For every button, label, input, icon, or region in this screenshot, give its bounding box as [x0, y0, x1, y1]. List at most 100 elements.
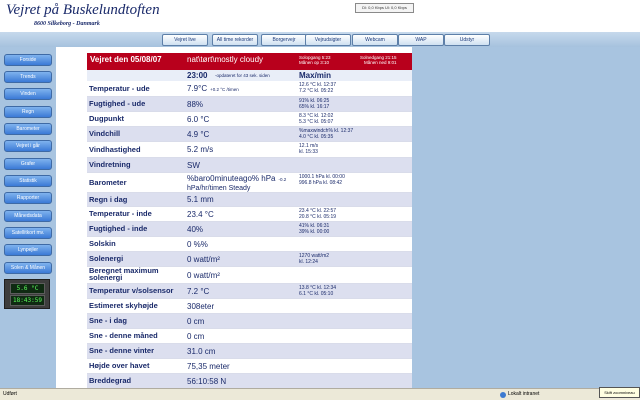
nav-vejrudsigter[interactable]: Vejrudsigter	[305, 34, 351, 46]
row-value: 5.2 m/s	[187, 145, 213, 154]
row-max-min: 1000.1 hPa kl. 00:00 996.8 hPa kl. 08:42	[299, 174, 345, 186]
moonset-text: Månen ned 9:01	[364, 60, 397, 65]
zoom-level-tooltip[interactable]: Skift zoomniveau	[599, 387, 640, 398]
table-row: Dugpunkt 6.0 °C 8.3 °C kl. 12:02 5.3 °C kl.…	[87, 112, 412, 127]
row-max-min: %maxwindch% kl. 12:37 4.0 °C kl. 05:35	[299, 128, 353, 140]
table-row: Vindhastighed 5.2 m/s 12.1 m/s kl. 15:33	[87, 142, 412, 158]
row-value: 0 cm	[187, 332, 204, 341]
row-value: 88%	[187, 100, 203, 109]
row-value-text: %baro0minuteago% hPa	[187, 174, 276, 183]
table-row: Sne - denne vinter 31.0 cm	[87, 344, 412, 359]
row-label: Estimeret skyhøjde	[89, 301, 158, 310]
sidebar-item-satellitkort[interactable]: Satellitkort mv.	[4, 227, 52, 239]
row-value: 308eter	[187, 302, 214, 311]
row-value: 7.2 °C	[187, 287, 209, 296]
row-value-text: 31.0 cm	[187, 346, 216, 356]
lcd-clock: 18:43:59	[10, 295, 45, 306]
max-min-line: 5.3 °C kl. 05:07	[299, 119, 334, 125]
row-label: Fugtighed - ude	[89, 99, 146, 108]
row-label: Fugtighed - inde	[89, 224, 148, 233]
nav-vejret-live[interactable]: Vejret live	[162, 34, 208, 46]
row-max-min: 12.1 m/s kl. 15:33	[299, 143, 318, 155]
time-row: 23:00 -opdateret for 43 sek. siden Max/m…	[87, 70, 412, 81]
security-zone: Lokalt intranet	[508, 391, 540, 397]
status-text: Udført	[3, 391, 17, 397]
sidebar-item-barometer[interactable]: Barometer	[4, 123, 52, 135]
nav-borgervejr[interactable]: Borgervejr	[261, 34, 307, 46]
sidebar-item-vejret-i-gaar[interactable]: Vejret i går	[4, 140, 52, 152]
row-label: Barometer	[89, 177, 127, 187]
row-label: Breddegrad	[89, 376, 132, 385]
row-value-text: 0 watt/m²	[187, 270, 220, 280]
row-value-text: 4.9 °C	[187, 129, 210, 139]
table-row: Solskin 0 %%	[87, 237, 412, 252]
row-max-min: 91% kl. 06:25 65% kl. 16:17	[299, 98, 329, 110]
nav-webcam[interactable]: Webcam	[352, 34, 398, 46]
row-value: 4.9 °C	[187, 130, 209, 139]
row-value-note: -0.2	[278, 177, 287, 182]
sidebar-item-regn[interactable]: Regn	[4, 106, 52, 118]
sidebar-item-vinden[interactable]: Vinden	[4, 88, 52, 100]
row-value-text: 7.2 °C	[187, 286, 210, 296]
row-value-text: 7.9°C	[187, 84, 208, 93]
row-value: 0 cm	[187, 317, 204, 326]
weather-conditions: nat\tørt\mostly cloudy	[187, 55, 264, 64]
row-value-secondary: hPa/hr/timen Steady	[187, 185, 251, 192]
nav-wap[interactable]: WAP	[398, 34, 444, 46]
sidebar-item-lynpejler[interactable]: Lynpejler	[4, 244, 52, 256]
row-value: 40%	[187, 225, 203, 234]
browser-page: Vejret på Buskelundtoften 8600 Silkeborg…	[0, 0, 640, 400]
sidebar-item-statistik[interactable]: Statistik	[4, 175, 52, 187]
nav-all-time-rekorder[interactable]: All time rekorder	[212, 34, 258, 46]
row-label: Dugpunkt	[89, 114, 124, 123]
table-row: Fugtighed - inde 40% 41% kl. 06:31 39% kl. …	[87, 222, 412, 237]
max-min-line: 7.2 °C kl. 05:22	[299, 88, 334, 94]
table-row: Barometer %baro0minuteago% hPa -0.2 hPa/hr/…	[87, 173, 412, 193]
row-value: 23.4 °C	[187, 210, 214, 219]
row-label: Højde over havet	[89, 361, 150, 370]
top-navigation: Vejret live All time rekorder Borgervejr…	[0, 32, 640, 47]
row-label: Temperatur v/solsensor	[89, 286, 174, 295]
site-header: Vejret på Buskelundtoften 8600 Silkeborg…	[0, 0, 640, 32]
sidebar-item-trends[interactable]: Trends	[4, 71, 52, 83]
table-row: Breddegrad 56:10:58 N	[87, 374, 412, 388]
row-value: 5.1 mm	[187, 195, 214, 204]
row-value: 6.0 °C	[187, 115, 209, 124]
row-value-text: SW	[187, 160, 200, 170]
row-value: 0 %%	[187, 240, 208, 249]
sunrise-info: Solopgang 5:23 Månen op 3:10	[299, 55, 331, 65]
max-min-header: Max/min	[299, 71, 332, 80]
row-value-text: 0 %%	[187, 239, 208, 249]
row-value-note: +0.2 °C /timen	[210, 87, 239, 92]
row-label: Solskin	[89, 239, 116, 248]
row-label: Temperatur - ude	[89, 83, 150, 93]
sidebar-item-solen-maanen[interactable]: Solen & Månen	[4, 262, 52, 274]
max-min-line: kl. 12:24	[299, 259, 318, 265]
row-max-min: 8.3 °C kl. 12:02 5.3 °C kl. 05:07	[299, 113, 333, 125]
table-row: Temperatur - ude 7.9°C +0.2 °C /timen 12.6 …	[87, 81, 412, 97]
sidebar-item-maanedsdata[interactable]: Månedsdata	[4, 210, 52, 222]
table-row: Højde over havet 75,35 meter	[87, 359, 412, 374]
sidebar-item-rapporter[interactable]: Rapporter	[4, 192, 52, 204]
row-label: Vindchill	[89, 129, 121, 138]
sidebar-item-forside[interactable]: Forside	[4, 54, 52, 66]
row-value-text: 5.2 m/s	[187, 145, 214, 154]
row-max-min: 12.6 °C kl. 12:37 7.2 °C kl. 05:22	[299, 82, 336, 94]
weather-table: Vejret den 05/08/07 nat\tørt\mostly clou…	[87, 53, 412, 388]
row-max-min: 41% kl. 06:31 39% kl. 00:00	[299, 223, 329, 235]
row-value: 75,35 meter	[187, 362, 230, 371]
network-status-box: Dl: 0,0 Kbps Ul: 0,0 Kbps	[355, 3, 414, 13]
max-min-line: 6.1 °C kl. 05:10	[299, 291, 334, 297]
sidebar-item-grafer[interactable]: Grafer	[4, 158, 52, 170]
right-background	[412, 47, 640, 388]
moonrise-text: Månen op 3:10	[299, 60, 330, 65]
table-row: Vindchill 4.9 °C %maxwindch% kl. 12:37 4.0 …	[87, 127, 412, 142]
row-label: Beregnet maximum solenergi	[89, 266, 159, 282]
row-value-text: 88%	[187, 99, 204, 109]
row-label: Regn i dag	[89, 194, 128, 204]
update-note: -opdateret for 43 sek. siden	[215, 73, 270, 78]
sidebar: Forside Trends Vinden Regn Barometer Vej…	[0, 47, 56, 388]
nav-udstyr[interactable]: Udstyr	[444, 34, 490, 46]
row-value-text: 0 cm	[187, 331, 205, 341]
table-row: Solenergi 0 watt/m² 1270 watt/m2 kl. 12:24	[87, 252, 412, 267]
